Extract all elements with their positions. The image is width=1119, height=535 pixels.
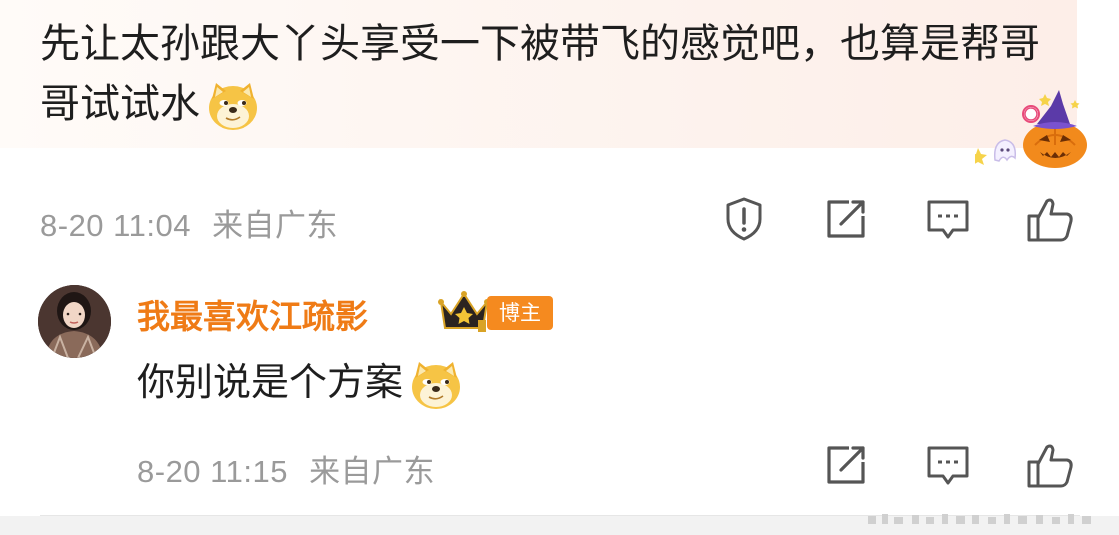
comment-timestamp: 8-20 11:04 (40, 208, 191, 243)
like-icon (1027, 444, 1073, 488)
comment-body: 先让太孙跟大丫头享受一下被带飞的感觉吧，也算是帮哥哥试试水 (40, 14, 1040, 134)
crown-icon (438, 291, 490, 332)
comment-meta: 8-20 11:04 来自广东 (40, 200, 338, 245)
blogger-badge: 博主 (487, 296, 553, 330)
share-button[interactable] (821, 194, 871, 244)
share-icon (827, 200, 865, 238)
reply-like-button[interactable] (1025, 440, 1075, 490)
report-icon (726, 197, 762, 241)
doge-emoji-icon (409, 358, 463, 412)
reply-location: 来自广东 (309, 454, 436, 489)
reply-meta: 8-20 11:15 来自广东 (137, 446, 435, 491)
like-button[interactable] (1025, 194, 1075, 244)
halloween-sticker-icon (975, 90, 1087, 168)
doge-emoji-icon (206, 79, 260, 133)
avatar[interactable] (38, 285, 111, 358)
comment-text: 先让太孙跟大丫头享受一下被带飞的感觉吧，也算是帮哥哥试试水 (40, 21, 1040, 127)
like-icon (1027, 198, 1073, 242)
reply-share-button[interactable] (821, 440, 871, 490)
comment-location: 来自广东 (212, 208, 339, 243)
reply-icon (927, 200, 969, 239)
reply-button[interactable] (923, 194, 973, 244)
report-button[interactable] (719, 194, 769, 244)
share-icon (827, 446, 865, 484)
watermark-dots-icon (868, 514, 1091, 524)
reply-text: 你别说是个方案 (137, 360, 404, 404)
reply-body: 你别说是个方案 (137, 352, 463, 412)
reply-icon (927, 446, 969, 485)
reply-username[interactable]: 我最喜欢江疏影 (137, 290, 368, 338)
reply-reply-button[interactable] (923, 440, 973, 490)
reply-timestamp: 8-20 11:15 (137, 454, 288, 489)
